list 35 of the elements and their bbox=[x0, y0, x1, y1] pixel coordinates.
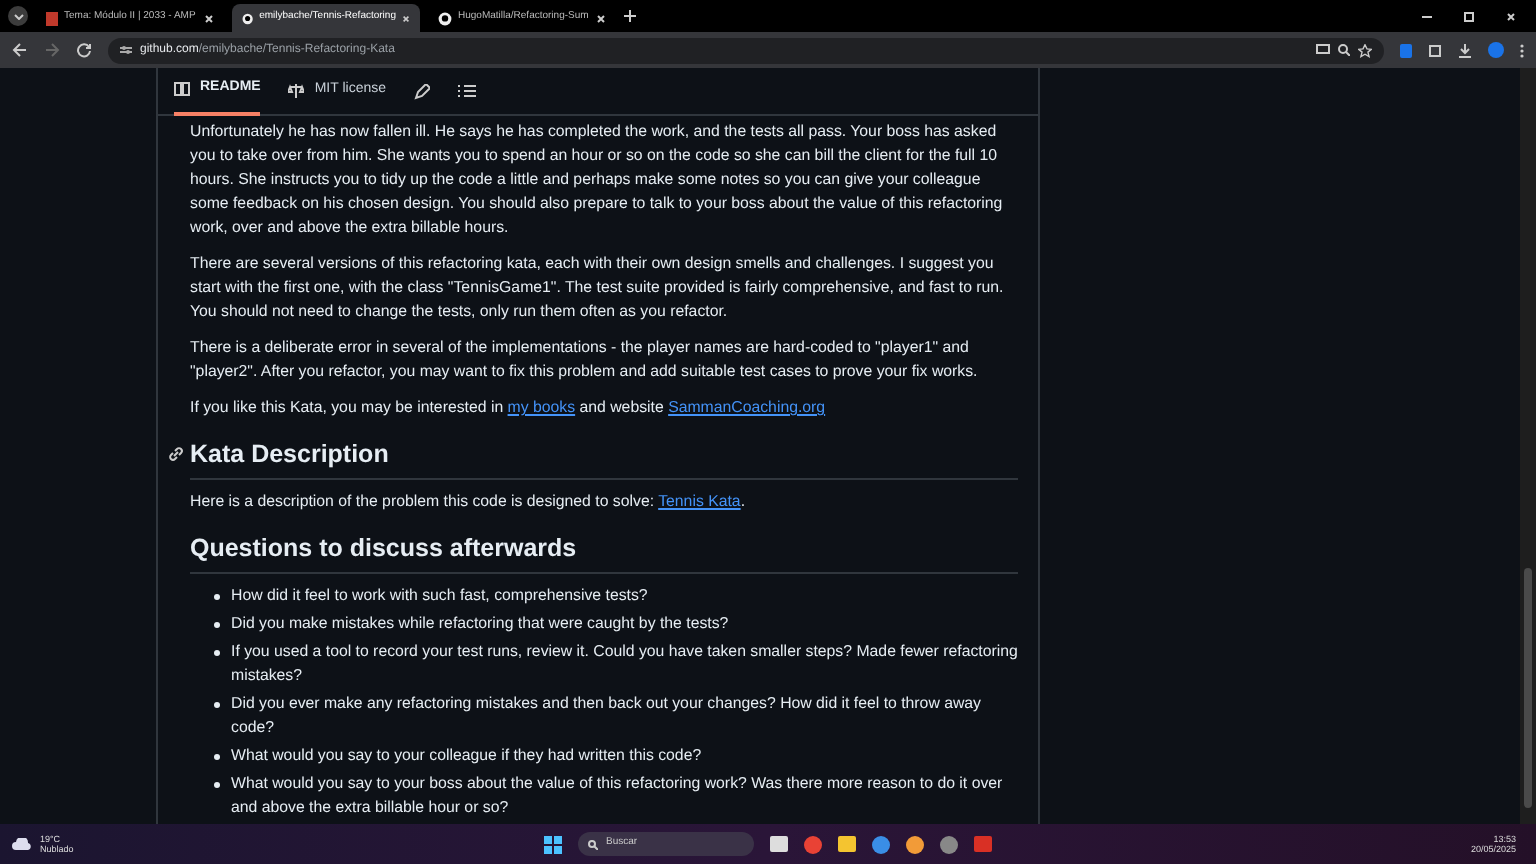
section-heading: Questions to discuss afterwards bbox=[190, 532, 579, 566]
windows-icon[interactable] bbox=[544, 835, 562, 853]
minimize-icon[interactable] bbox=[1422, 15, 1432, 17]
back-icon[interactable] bbox=[12, 42, 28, 58]
close-icon[interactable] bbox=[401, 13, 410, 23]
close-icon[interactable] bbox=[204, 13, 214, 23]
bullet-icon bbox=[214, 622, 219, 627]
reload-icon[interactable] bbox=[76, 42, 92, 58]
site-info-icon[interactable] bbox=[120, 44, 132, 56]
screen-icon[interactable] bbox=[1316, 44, 1330, 56]
section-heading: Kata Description bbox=[190, 438, 391, 472]
bullet-icon bbox=[214, 782, 219, 787]
zoom-icon[interactable] bbox=[1338, 44, 1350, 56]
download-icon[interactable] bbox=[1458, 43, 1472, 57]
bullet-icon bbox=[214, 754, 219, 759]
close-icon[interactable] bbox=[596, 13, 606, 23]
star-icon[interactable] bbox=[1358, 43, 1372, 57]
cloud-icon[interactable] bbox=[12, 838, 32, 850]
scrollbar[interactable] bbox=[1520, 68, 1536, 824]
document-icon bbox=[46, 11, 58, 25]
tab-list-button[interactable] bbox=[8, 6, 28, 26]
search-icon bbox=[588, 839, 598, 849]
scale-icon bbox=[288, 84, 305, 98]
book-icon bbox=[174, 82, 190, 96]
bullet-icon bbox=[214, 702, 219, 707]
pencil-icon[interactable] bbox=[414, 83, 431, 99]
bullet-icon bbox=[214, 594, 219, 599]
caret-icon bbox=[13, 13, 23, 19]
outline-icon[interactable] bbox=[458, 84, 477, 98]
bullet-icon bbox=[214, 650, 219, 655]
link-icon[interactable] bbox=[168, 446, 184, 462]
close-icon[interactable] bbox=[1506, 11, 1516, 21]
new-tab-icon[interactable] bbox=[624, 10, 636, 22]
profile-avatar[interactable] bbox=[1488, 42, 1504, 58]
maximize-icon[interactable] bbox=[1464, 11, 1474, 21]
